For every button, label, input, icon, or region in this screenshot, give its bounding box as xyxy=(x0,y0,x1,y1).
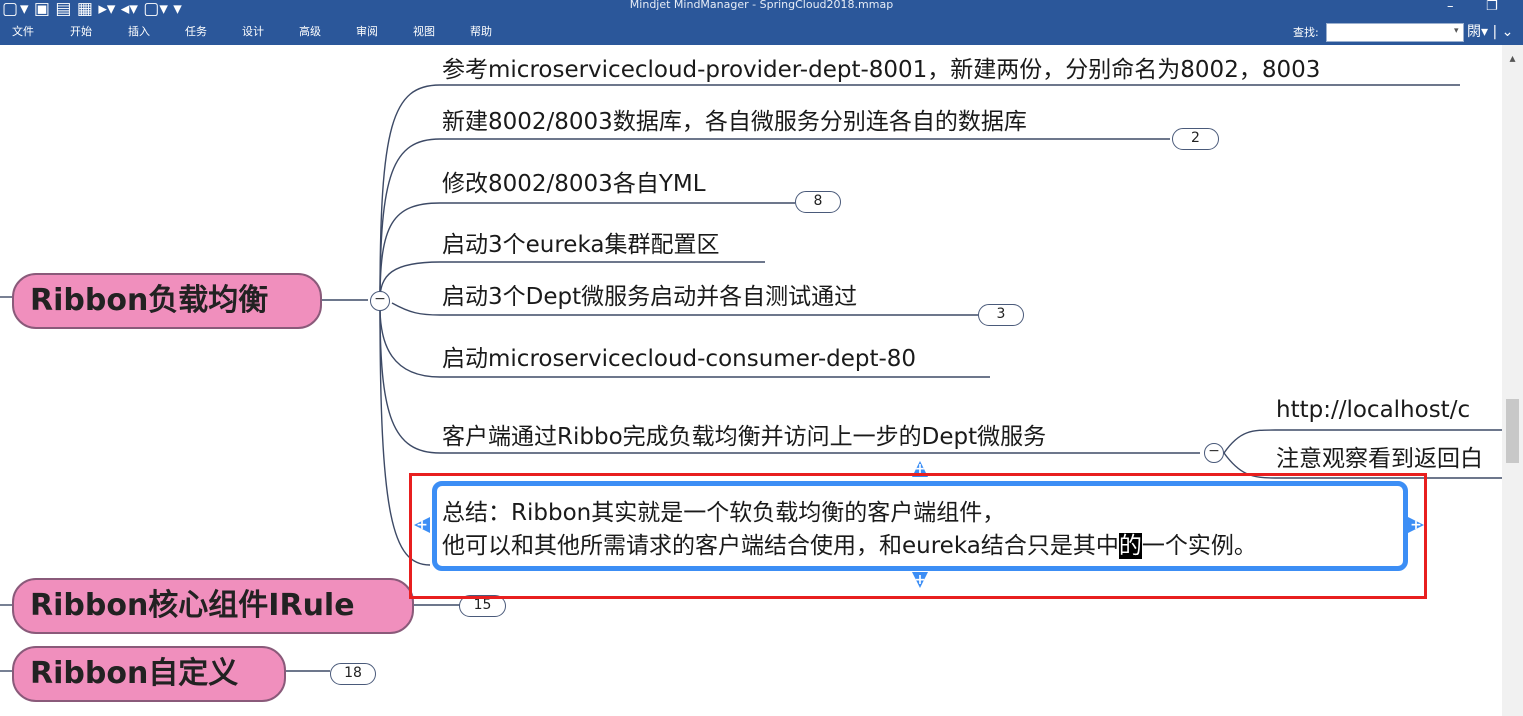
subtopic[interactable]: 新建8002/8003数据库，各自微服务分别连各自的数据库 xyxy=(442,107,1027,137)
count-badge[interactable]: 3 xyxy=(978,304,1024,326)
menu-view[interactable]: 视图 xyxy=(413,24,435,40)
child-topic[interactable]: http://localhost/c xyxy=(1276,395,1470,425)
minimize-button[interactable]: – xyxy=(1447,0,1454,14)
count-badge[interactable]: 2 xyxy=(1172,128,1219,150)
mindmap-canvas[interactable]: Ribbon负载均衡 Ribbon核心组件IRule Ribbon自定义 − −… xyxy=(0,45,1502,716)
main-topic-ribbon-custom[interactable]: Ribbon自定义 xyxy=(12,646,286,702)
count-badge[interactable]: 8 xyxy=(795,191,841,213)
collapse-toggle-icon[interactable]: − xyxy=(370,291,390,311)
find-options-icon[interactable]: 閖▾ | ⌄ xyxy=(1467,22,1513,42)
find-dropdown-icon[interactable]: ▾ xyxy=(1454,26,1459,36)
scrollbar-thumb[interactable] xyxy=(1506,399,1519,463)
child-topic[interactable]: 注意观察看到返回白 xyxy=(1276,444,1483,474)
main-topic-ribbon-load-balancing[interactable]: Ribbon负载均衡 xyxy=(12,273,322,329)
subtopic[interactable]: 修改8002/8003各自YML xyxy=(442,169,706,199)
subtopic[interactable]: 启动microservicecloud-consumer-dept-80 xyxy=(442,344,916,374)
menu-insert[interactable]: 插入 xyxy=(128,24,150,40)
scroll-up-icon[interactable]: ▴ xyxy=(1502,51,1523,65)
collapse-toggle-icon[interactable]: − xyxy=(1204,443,1224,463)
restore-button[interactable]: ❐ xyxy=(1486,0,1498,14)
menu-task[interactable]: 任务 xyxy=(185,24,207,40)
find-input[interactable] xyxy=(1326,23,1464,42)
menu-review[interactable]: 审阅 xyxy=(356,24,378,40)
menu-advanced[interactable]: 高级 xyxy=(299,24,321,40)
highlight-annotation-box xyxy=(409,473,1427,599)
main-topic-ribbon-irule[interactable]: Ribbon核心组件IRule xyxy=(12,578,414,634)
subtopic[interactable]: 启动3个eureka集群配置区 xyxy=(442,230,719,260)
subtopic[interactable]: 客户端通过Ribbo完成负载均衡并访问上一步的Dept微服务 xyxy=(442,422,1046,452)
menu-home[interactable]: 开始 xyxy=(70,24,92,40)
menu-file[interactable]: 文件 xyxy=(12,24,34,40)
menu-help[interactable]: 帮助 xyxy=(470,24,492,40)
count-badge[interactable]: 18 xyxy=(330,663,376,685)
menu-design[interactable]: 设计 xyxy=(242,24,264,40)
vertical-scrollbar[interactable]: ▴ xyxy=(1502,45,1523,716)
subtopic[interactable]: 启动3个Dept微服务启动并各自测试通过 xyxy=(442,282,857,312)
window-title: Mindjet MindManager - SpringCloud2018.mm… xyxy=(629,0,894,11)
menu-bar: 文件 开始 插入 任务 设计 高级 审阅 视图 帮助 查找: ▾ 閖▾ | ⌄ xyxy=(0,22,1523,45)
title-bar: ▢ ▾ ▣ ▤ ▦ ▸▾ ◂▾ ▢▾ ▾ Mindjet MindManager… xyxy=(0,0,1523,22)
subtopic[interactable]: 参考microservicecloud-provider-dept-8001，新… xyxy=(442,55,1320,85)
find-label: 查找: xyxy=(1293,26,1319,39)
